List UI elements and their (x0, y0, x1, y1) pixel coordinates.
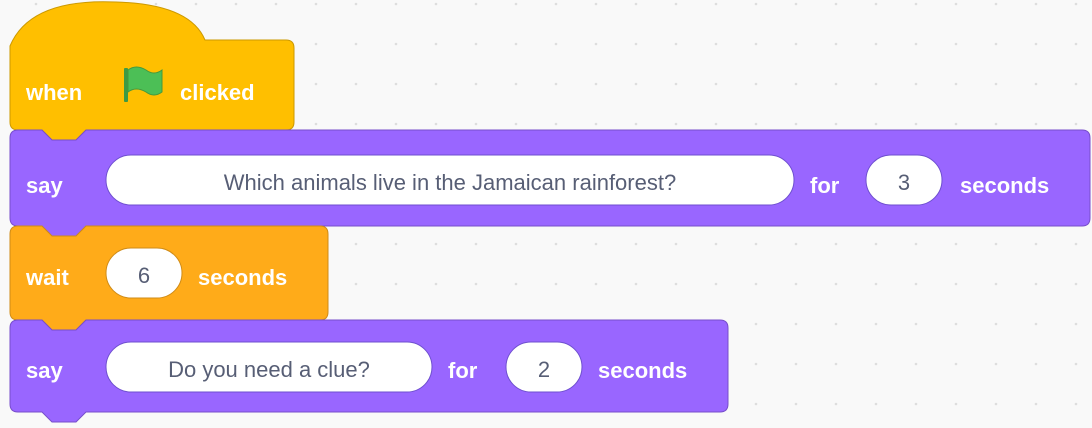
say-keyword: say (26, 173, 63, 198)
code-workspace[interactable]: when clicked say Which animals live in t… (0, 0, 1092, 428)
for-label: for (810, 173, 840, 198)
message-text: Which animals live in the Jamaican rainf… (224, 170, 676, 195)
say-for-seconds-block[interactable]: say Which animals live in the Jamaican r… (9, 129, 1091, 237)
when-flag-clicked-block[interactable]: when clicked (9, 1, 295, 141)
say-for-seconds-block-2[interactable]: say Do you need a clue? for 2 seconds (9, 319, 729, 423)
seconds-label: seconds (960, 173, 1049, 198)
wait-seconds-block[interactable]: wait 6 seconds (9, 225, 329, 331)
seconds-value: 3 (898, 170, 910, 195)
hat-block-shape (9, 1, 295, 141)
seconds-input[interactable]: 3 (865, 154, 943, 206)
say-keyword-2: say (26, 358, 63, 383)
message-input[interactable]: Which animals live in the Jamaican rainf… (105, 154, 795, 206)
wait-seconds-input[interactable]: 6 (105, 247, 183, 299)
script-stack[interactable]: when clicked say Which animals live in t… (0, 0, 1092, 428)
for-label-2: for (448, 358, 478, 383)
seconds-label-2: seconds (598, 358, 687, 383)
seconds-value-2: 2 (538, 357, 550, 382)
wait-seconds-value: 6 (138, 263, 150, 288)
message-text-2: Do you need a clue? (168, 357, 370, 382)
seconds-input-2[interactable]: 2 (505, 341, 583, 393)
wait-keyword: wait (25, 265, 69, 290)
clicked-label: clicked (180, 80, 255, 105)
when-label: when (25, 80, 82, 105)
wait-seconds-label: seconds (198, 265, 287, 290)
message-input-2[interactable]: Do you need a clue? (105, 341, 433, 393)
